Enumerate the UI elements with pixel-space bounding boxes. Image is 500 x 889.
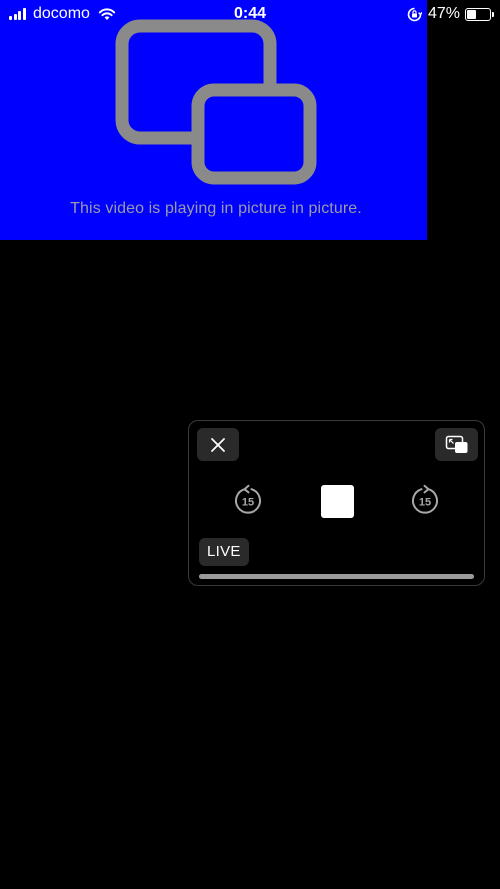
progress-bar[interactable] <box>199 574 474 579</box>
screen: This video is playing in picture in pict… <box>0 0 500 889</box>
pip-message: This video is playing in picture in pict… <box>70 200 362 217</box>
skip-back-label: 15 <box>242 497 254 509</box>
skip-back-button[interactable]: 15 <box>232 484 264 516</box>
skip-forward-button[interactable]: 15 <box>409 484 441 516</box>
close-button[interactable] <box>197 428 239 461</box>
status-bar: docomo 0:44 47% <box>0 0 500 28</box>
status-bar-right: 47% <box>407 5 494 23</box>
skip-forward-label: 15 <box>419 497 431 509</box>
picture-in-picture-icon <box>115 19 317 185</box>
pip-restore-icon <box>445 435 467 453</box>
battery-percent: 47% <box>427 5 460 22</box>
battery-icon <box>465 7 494 21</box>
battery-level <box>467 9 477 19</box>
close-icon <box>211 437 225 452</box>
skip-forward-15-icon: 15 <box>412 484 438 514</box>
skip-back-15-icon: 15 <box>235 484 261 514</box>
orientation-lock-icon <box>407 7 422 21</box>
video-area: This video is playing in picture in pict… <box>0 0 427 240</box>
progress-fill <box>199 574 474 579</box>
pip-window[interactable]: 15 15 LIVE <box>188 420 485 586</box>
pip-restore-button[interactable] <box>435 428 478 461</box>
stop-button[interactable] <box>321 485 354 518</box>
live-badge: LIVE <box>199 538 249 566</box>
